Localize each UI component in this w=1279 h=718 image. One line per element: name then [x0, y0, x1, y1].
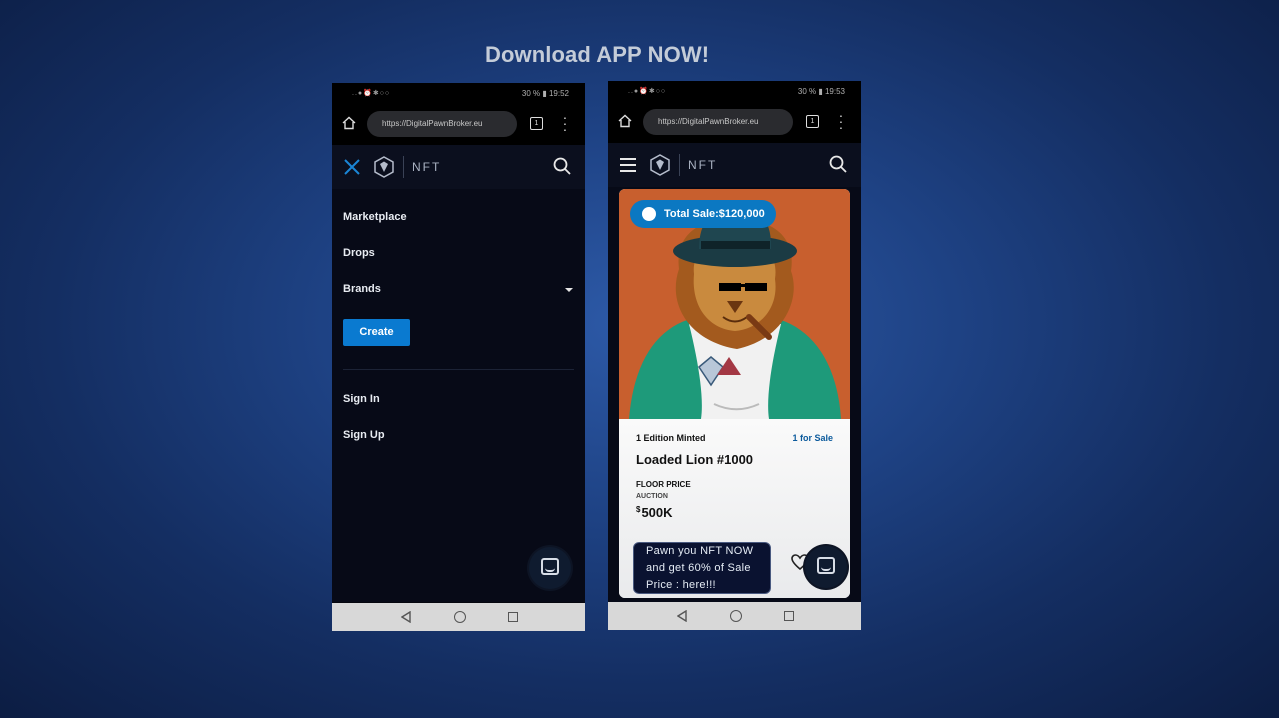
- logo-divider: [679, 154, 680, 176]
- android-nav-bar: [332, 603, 585, 631]
- home-icon[interactable]: [618, 114, 632, 128]
- browser-bar: https://DigitalPawnBroker.eu 1 · · ·: [332, 105, 585, 145]
- menu-divider: [343, 369, 574, 370]
- chat-icon: [817, 557, 835, 574]
- app-header: NFT: [332, 145, 585, 189]
- phone-screenshot-nft: ..●⏰✱○○ 30 % ▮ 19:53 https://DigitalPawn…: [608, 81, 861, 630]
- edition-minted: 1 Edition Minted: [636, 433, 706, 443]
- status-bar: ..●⏰✱○○ 30 % ▮ 19:53: [608, 81, 861, 103]
- nav-menu: Marketplace Drops Brands Create Sign In …: [332, 189, 585, 602]
- verified-check-icon: [642, 207, 656, 221]
- create-button[interactable]: Create: [343, 319, 410, 346]
- menu-item-drops[interactable]: Drops: [343, 247, 375, 259]
- logo-text: NFT: [412, 160, 442, 174]
- sign-in-link[interactable]: Sign In: [343, 393, 380, 405]
- more-options-icon[interactable]: · · ·: [838, 108, 844, 134]
- hamburger-menu-icon[interactable]: [618, 155, 638, 175]
- crypto-logo-icon[interactable]: [650, 154, 670, 176]
- crypto-logo-icon[interactable]: [374, 156, 394, 178]
- phone-screenshot-menu: ..●⏰✱○○ 30 % ▮ 19:52 https://DigitalPawn…: [332, 83, 585, 631]
- more-options-icon[interactable]: · · ·: [562, 110, 568, 136]
- back-icon[interactable]: [677, 610, 687, 622]
- search-icon[interactable]: [829, 155, 847, 173]
- headline: Download APP NOW!: [485, 42, 710, 67]
- home-icon[interactable]: [342, 116, 356, 130]
- status-icons: ..●⏰✱○○: [628, 88, 667, 95]
- close-icon[interactable]: [342, 157, 362, 177]
- battery-level: 30 %: [521, 89, 541, 98]
- tabs-count-button[interactable]: 1: [806, 115, 819, 128]
- recent-apps-icon[interactable]: [784, 611, 794, 621]
- nft-title: Loaded Lion #1000: [636, 452, 754, 467]
- back-icon[interactable]: [401, 611, 411, 623]
- nft-image[interactable]: Total Sale:$120,000: [619, 189, 850, 419]
- for-sale-count: 1 for Sale: [792, 433, 833, 443]
- status-time: 19:52: [548, 89, 569, 98]
- auction-label: AUCTION: [636, 493, 668, 500]
- url-bar[interactable]: https://DigitalPawnBroker.eu: [643, 109, 793, 135]
- chat-button[interactable]: [529, 547, 571, 589]
- url-bar[interactable]: https://DigitalPawnBroker.eu: [367, 111, 517, 137]
- total-sale-badge: Total Sale:$120,000: [630, 200, 776, 228]
- recent-apps-icon[interactable]: [508, 612, 518, 622]
- status-bar: ..●⏰✱○○ 30 % ▮ 19:52: [332, 83, 585, 105]
- app-header: NFT: [608, 143, 861, 187]
- menu-item-brands[interactable]: Brands: [343, 283, 381, 295]
- nft-price: $500K: [636, 505, 673, 520]
- pawn-promo-message[interactable]: Pawn you NFT NOW and get 60% of Sale Pri…: [633, 542, 771, 594]
- status-icons: ..●⏰✱○○: [352, 90, 391, 97]
- sign-up-link[interactable]: Sign Up: [343, 429, 385, 441]
- home-circle-icon[interactable]: [730, 610, 742, 622]
- nft-card[interactable]: Total Sale:$120,000 1 Edition Minted 1 f…: [619, 189, 850, 598]
- chevron-down-icon[interactable]: [565, 288, 573, 292]
- status-time: 19:53: [824, 87, 845, 96]
- search-icon[interactable]: [553, 157, 571, 175]
- home-circle-icon[interactable]: [454, 611, 466, 623]
- tabs-count-button[interactable]: 1: [530, 117, 543, 130]
- logo-divider: [403, 156, 404, 178]
- chat-button[interactable]: [805, 546, 847, 588]
- menu-item-marketplace[interactable]: Marketplace: [343, 211, 407, 223]
- chat-icon: [541, 558, 559, 575]
- android-nav-bar: [608, 602, 861, 630]
- floor-price-label: FLOOR PRICE: [636, 480, 691, 489]
- browser-bar: https://DigitalPawnBroker.eu 1 · · ·: [608, 103, 861, 143]
- logo-text: NFT: [688, 158, 718, 172]
- battery-level: 30 %: [797, 87, 817, 96]
